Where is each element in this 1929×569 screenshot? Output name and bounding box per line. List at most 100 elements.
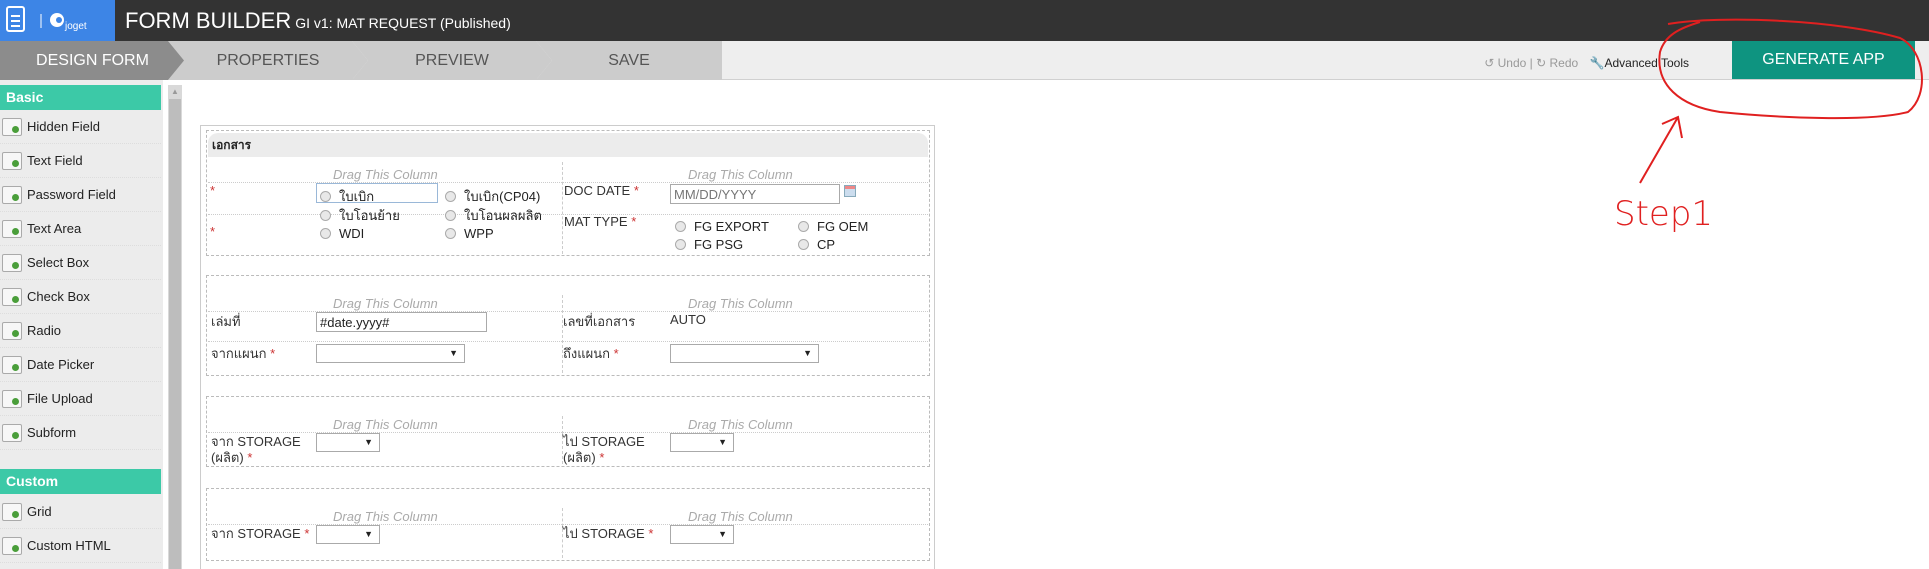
- radio-option[interactable]: FG EXPORT: [675, 219, 769, 234]
- from-dept-label: จากแผนก *: [211, 346, 275, 362]
- drag-column-handle[interactable]: Drag This Column: [333, 417, 438, 432]
- to-storage-produced-label: ไป STORAGE (ผลิต) *: [563, 434, 645, 466]
- from-storage-produced-label: จาก STORAGE (ผลิต) *: [211, 434, 301, 466]
- doc-date-label: DOC DATE *: [564, 183, 639, 199]
- undo-label: Undo: [1497, 56, 1527, 70]
- from-storage-select[interactable]: [316, 433, 380, 452]
- required-marker: *: [599, 450, 605, 465]
- radio-option[interactable]: WDI: [320, 226, 364, 241]
- required-marker: *: [633, 183, 639, 198]
- palette-radio[interactable]: Radio: [0, 314, 161, 348]
- option-label: WPP: [464, 226, 494, 241]
- palette-check-box[interactable]: Check Box: [0, 280, 161, 314]
- to-storage-select[interactable]: [670, 433, 734, 452]
- from-dept-select[interactable]: [316, 344, 465, 363]
- toolbar: ↺ Undo | ↻ Redo 🔧Advanced Tools: [1484, 56, 1689, 70]
- radio-option[interactable]: FG OEM: [798, 219, 868, 234]
- radio-option[interactable]: ใบโอนผลผลิต: [445, 205, 542, 226]
- sidebar-scrollbar[interactable]: ▲: [168, 85, 182, 569]
- book-number-label: เล่มที่: [211, 314, 241, 329]
- label-text: จากแผนก: [211, 346, 267, 361]
- label-text: MAT TYPE: [564, 214, 628, 229]
- item-label: File Upload: [27, 391, 93, 406]
- redo-label: Redo: [1549, 56, 1579, 70]
- drag-column-handle[interactable]: Drag This Column: [688, 296, 793, 311]
- logo-block[interactable]: joget: [0, 0, 115, 41]
- advanced-tools-button[interactable]: 🔧Advanced Tools: [1590, 56, 1689, 70]
- drag-column-handle[interactable]: Drag This Column: [333, 296, 438, 311]
- palette-hidden-field[interactable]: Hidden Field: [0, 110, 161, 144]
- field-icon: [2, 152, 22, 170]
- radio-option[interactable]: ใบเบิก: [320, 186, 374, 207]
- field-icon: [2, 118, 22, 136]
- required-marker: *: [304, 526, 310, 541]
- to-storage-select[interactable]: [670, 525, 734, 544]
- category-custom[interactable]: Custom: [0, 469, 161, 494]
- palette-password-field[interactable]: Password Field: [0, 178, 161, 212]
- required-marker: *: [270, 346, 276, 361]
- generate-app-button[interactable]: GENERATE APP: [1732, 41, 1915, 79]
- label-text: ไป STORAGE: [563, 526, 645, 541]
- label-text: (ผลิต): [563, 450, 596, 465]
- tab-save[interactable]: SAVE: [536, 41, 722, 80]
- doc-number-label: เลขที่เอกสาร: [563, 314, 636, 329]
- undo-button[interactable]: ↺ Undo: [1484, 56, 1526, 70]
- drag-column-handle[interactable]: Drag This Column: [333, 167, 438, 182]
- item-label: Text Field: [27, 153, 83, 168]
- drag-column-handle[interactable]: Drag This Column: [333, 509, 438, 524]
- from-storage-select[interactable]: [316, 525, 380, 544]
- palette-select-box[interactable]: Select Box: [0, 246, 161, 280]
- option-label: ใบเบิก(CP04): [464, 189, 541, 204]
- drag-column-handle[interactable]: Drag This Column: [688, 417, 793, 432]
- item-label: Subform: [27, 425, 77, 440]
- redo-button[interactable]: ↻ Redo: [1536, 56, 1578, 70]
- required-marker: *: [247, 450, 253, 465]
- palette-subform[interactable]: Subform: [0, 416, 161, 450]
- required-marker: *: [210, 183, 216, 198]
- item-label: Radio: [27, 323, 61, 338]
- doc-date-input[interactable]: [670, 184, 840, 204]
- scroll-thumb[interactable]: [169, 99, 181, 569]
- item-label: Grid: [27, 504, 52, 519]
- radio-option[interactable]: WPP: [445, 226, 494, 241]
- text-area-icon: [2, 220, 22, 238]
- item-label: Password Field: [27, 187, 116, 202]
- edit-icon: [2, 254, 22, 272]
- tab-preview[interactable]: PREVIEW: [352, 41, 552, 80]
- book-number-input[interactable]: [316, 312, 487, 332]
- scroll-up-arrow-icon[interactable]: ▲: [171, 87, 179, 96]
- tab-design-form[interactable]: DESIGN FORM: [0, 41, 185, 80]
- label-text: (ผลิต): [211, 450, 244, 465]
- to-dept-select[interactable]: [670, 344, 819, 363]
- palette-file-upload[interactable]: File Upload: [0, 382, 161, 416]
- drag-column-handle[interactable]: Drag This Column: [688, 509, 793, 524]
- palette-custom-html[interactable]: Custom HTML: [0, 529, 161, 563]
- drag-column-handle[interactable]: Drag This Column: [688, 167, 793, 182]
- html-icon: [2, 537, 22, 555]
- palette-text-area[interactable]: Text Area: [0, 212, 161, 246]
- edit-icon: [2, 322, 22, 340]
- palette-date-picker[interactable]: Date Picker: [0, 348, 161, 382]
- option-label: CP: [817, 237, 836, 252]
- doc-number-value: AUTO: [670, 312, 706, 327]
- mat-type-label: MAT TYPE *: [564, 214, 636, 230]
- required-marker: *: [210, 224, 216, 239]
- tab-properties[interactable]: PROPERTIES: [168, 41, 368, 80]
- edit-icon: [2, 288, 22, 306]
- radio-option[interactable]: FG PSG: [675, 237, 743, 252]
- label-text: จาก STORAGE: [211, 434, 301, 449]
- item-label: Date Picker: [27, 357, 95, 372]
- grid-icon: [2, 503, 22, 521]
- palette-grid[interactable]: Grid: [0, 495, 161, 529]
- option-label: ใบโอนผลผลิต: [464, 208, 542, 223]
- radio-option[interactable]: ใบโอนย้าย: [320, 205, 400, 226]
- calendar-icon[interactable]: [844, 185, 856, 197]
- to-dept-label: ถึงแผนก *: [563, 346, 619, 362]
- radio-option[interactable]: CP: [798, 237, 835, 252]
- radio-option[interactable]: ใบเบิก(CP04): [445, 186, 540, 207]
- joget-logo-text: joget: [65, 21, 87, 32]
- to-storage-label: ไป STORAGE *: [563, 526, 653, 542]
- palette-text-field[interactable]: Text Field: [0, 144, 161, 178]
- category-basic[interactable]: Basic: [0, 85, 161, 110]
- item-label: Text Area: [27, 221, 82, 236]
